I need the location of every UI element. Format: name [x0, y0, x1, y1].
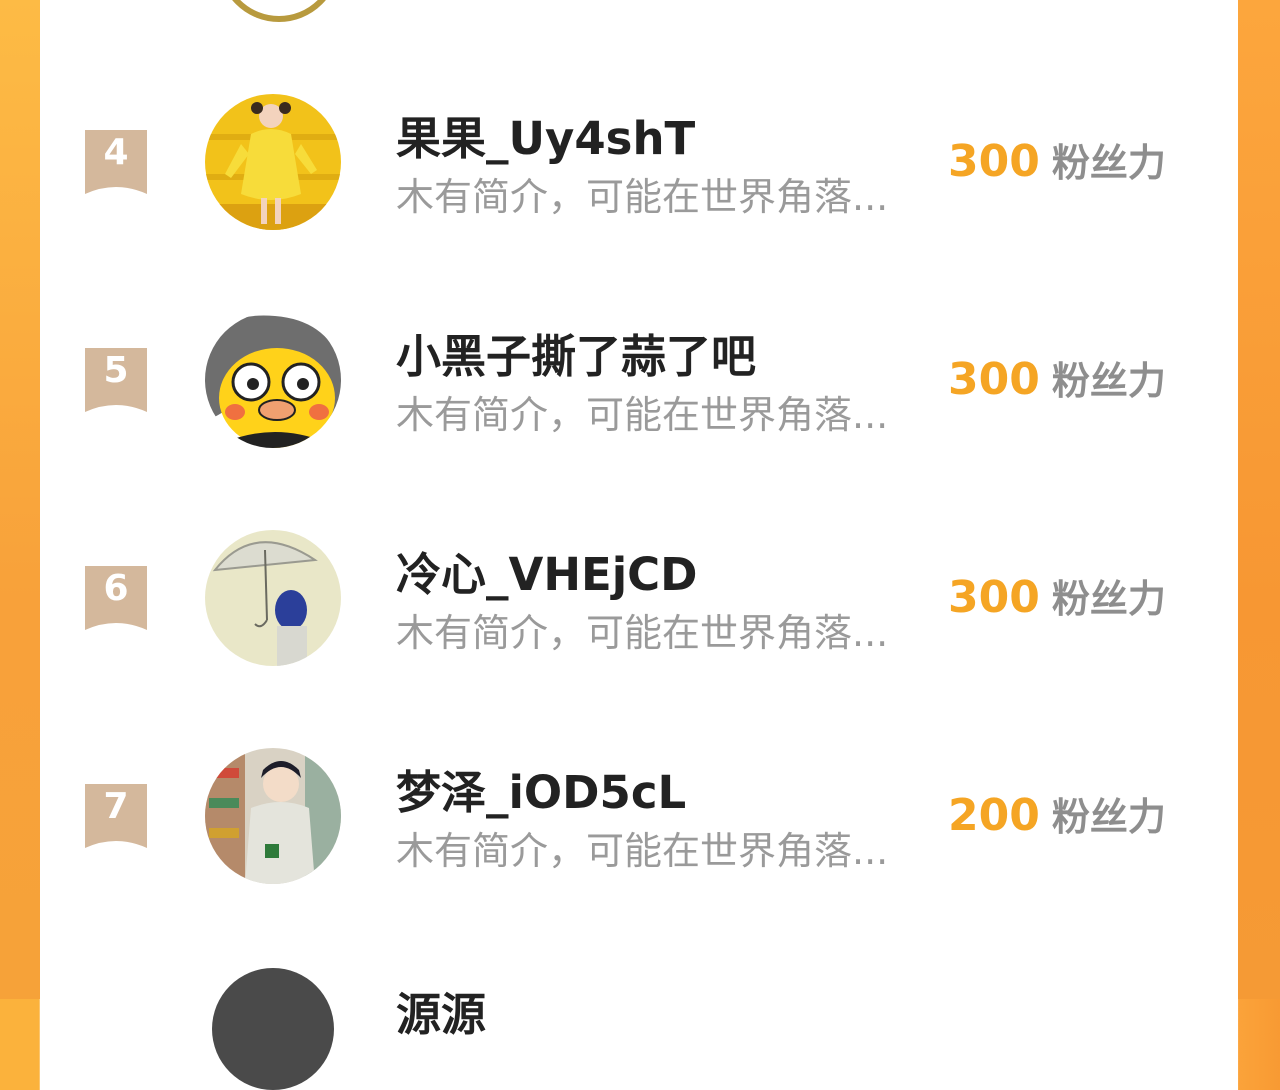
- anime-boy-avatar-icon: [205, 748, 341, 884]
- score-value: 300: [948, 572, 1040, 623]
- previous-avatar-ring: [218, 0, 340, 22]
- rank-badge: 4: [85, 130, 147, 194]
- rank-number: 5: [103, 350, 129, 391]
- rank-badge: 7: [85, 784, 147, 848]
- user-name[interactable]: 梦泽_iOD5cL: [396, 756, 686, 821]
- leaderboard-row[interactable]: 6 冷心_VHEjCD 木有简介，可能在世界角落... 300 粉丝力: [40, 488, 1238, 706]
- user-name[interactable]: 小黑子撕了蒜了吧: [396, 320, 756, 385]
- fan-power-score: 300 粉丝力: [948, 350, 1166, 405]
- right-border: [1238, 0, 1280, 999]
- left-border: [0, 0, 40, 999]
- rank-number: 7: [103, 786, 129, 827]
- next-user-avatar[interactable]: [212, 968, 334, 1090]
- user-avatar[interactable]: [205, 94, 341, 230]
- score-unit: 粉丝力: [1051, 141, 1166, 185]
- rank-number: 6: [103, 568, 129, 609]
- score-value: 200: [948, 790, 1040, 841]
- cartoon-duck-avatar-icon: [205, 312, 341, 448]
- user-avatar[interactable]: [205, 530, 341, 666]
- score-value: 300: [948, 354, 1040, 405]
- leaderboard-row[interactable]: 4 果果_Uy4shT 木有简介，可能在世界角落... 300 粉丝力: [40, 52, 1238, 270]
- fan-power-score: 300 粉丝力: [948, 132, 1166, 187]
- leaderboard-panel: 4 果果_Uy4shT 木有简介，可能在世界角落... 300 粉丝力 5 小黑…: [40, 0, 1238, 1090]
- user-bio: 木有简介，可能在世界角落...: [396, 829, 889, 873]
- girl-yellow-dress-avatar-icon: [205, 94, 341, 230]
- user-avatar[interactable]: [205, 748, 341, 884]
- leaderboard-row[interactable]: 5 小黑子撕了蒜了吧 木有简介，可能在世界角落... 300 粉丝力: [40, 270, 1238, 488]
- fan-power-score: 300 粉丝力: [948, 568, 1166, 623]
- fan-power-score: 200 粉丝力: [948, 786, 1166, 841]
- leaderboard-row[interactable]: 7 梦泽_iOD5cL 木有简介，可能在世界角落... 200 粉丝力: [40, 706, 1238, 924]
- user-bio: 木有简介，可能在世界角落...: [396, 175, 889, 219]
- user-name[interactable]: 果果_Uy4shT: [396, 102, 695, 167]
- rank-badge: 5: [85, 348, 147, 412]
- user-avatar[interactable]: [205, 312, 341, 448]
- umbrella-girl-avatar-icon: [205, 530, 341, 666]
- rank-badge: 6: [85, 566, 147, 630]
- score-unit: 粉丝力: [1051, 577, 1166, 621]
- user-bio: 木有简介，可能在世界角落...: [396, 393, 889, 437]
- rank-number: 4: [103, 132, 129, 173]
- user-bio: 木有简介，可能在世界角落...: [396, 611, 889, 655]
- user-name[interactable]: 冷心_VHEjCD: [396, 538, 698, 603]
- next-user-name[interactable]: 源源: [396, 978, 486, 1043]
- score-unit: 粉丝力: [1051, 359, 1166, 403]
- score-unit: 粉丝力: [1051, 795, 1166, 839]
- score-value: 300: [948, 136, 1040, 187]
